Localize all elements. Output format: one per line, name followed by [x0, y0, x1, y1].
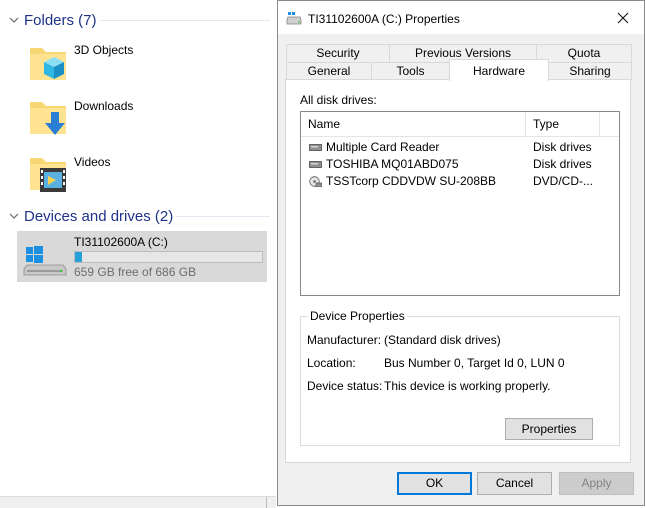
device-properties-group: Device Properties Manufacturer: (Standar…	[300, 309, 620, 446]
device-properties-title: Device Properties	[308, 309, 407, 323]
devices-group-header[interactable]: Devices and drives (2)	[8, 205, 173, 227]
folders-group-header[interactable]: Folders (7)	[8, 9, 97, 31]
videos-folder-icon	[30, 158, 66, 192]
drive-free-space: 659 GB free of 686 GB	[74, 265, 197, 279]
manufacturer-value: (Standard disk drives)	[384, 333, 501, 347]
drive-icon	[286, 12, 302, 25]
devices-group-title: Devices and drives (2)	[24, 207, 174, 225]
tab-security[interactable]: Security	[286, 44, 390, 62]
location-value: Bus Number 0, Target Id 0, LUN 0	[384, 356, 565, 370]
device-status-value: This device is working properly.	[384, 379, 551, 393]
drive-name: TSSTcorp CDDVDW SU-208BB	[326, 174, 497, 188]
list-item[interactable]: TSSTcorp CDDVDW SU-208BB DVD/CD-...	[301, 172, 619, 189]
column-header-name[interactable]: Name	[301, 112, 526, 136]
folder-name: 3D Objects	[74, 43, 134, 57]
folder-item-videos[interactable]: Videos	[28, 152, 110, 204]
apply-button[interactable]: Apply	[559, 472, 634, 495]
drive-name: TOSHIBA MQ01ABD075	[326, 157, 459, 171]
hardware-tab-panel: All disk drives: Name Type Multiple Card…	[285, 79, 631, 463]
disk-drive-icon	[309, 160, 322, 168]
properties-button[interactable]: Properties	[505, 418, 593, 440]
folder-item-downloads[interactable]: Downloads	[28, 96, 133, 148]
tab-general[interactable]: General	[286, 62, 372, 80]
drive-name: TI31102600A (C:)	[74, 235, 168, 249]
ok-button[interactable]: OK	[397, 472, 472, 495]
drive-type: Disk drives	[533, 140, 592, 154]
drive-type: Disk drives	[533, 157, 592, 171]
status-bar-separator	[266, 497, 267, 508]
chevron-down-icon	[9, 213, 19, 219]
properties-dialog: TI31102600A (C:) Properties Security Pre…	[277, 0, 645, 506]
folder-name: Videos	[74, 155, 111, 169]
drive-type: DVD/CD-...	[533, 174, 593, 188]
disk-drive-icon	[309, 143, 322, 151]
tab-tools[interactable]: Tools	[371, 62, 450, 80]
list-header: Name Type	[301, 112, 619, 137]
close-icon	[617, 12, 629, 24]
close-button[interactable]	[612, 7, 634, 29]
devices-group-divider	[176, 216, 270, 217]
drive-usage-fill	[75, 252, 83, 262]
manufacturer-label: Manufacturer:	[307, 333, 382, 347]
drive-usage-bar	[74, 251, 263, 263]
tab-hardware[interactable]: Hardware	[449, 59, 549, 81]
disk-drives-list[interactable]: Name Type Multiple Card Reader Disk driv…	[300, 111, 620, 296]
list-item[interactable]: TOSHIBA MQ01ABD075 Disk drives	[301, 155, 619, 172]
windows-drive-icon	[23, 246, 67, 276]
3d-objects-folder-icon	[30, 48, 66, 80]
chevron-down-icon	[9, 17, 19, 23]
dvd-drive-icon	[309, 175, 322, 187]
list-item[interactable]: Multiple Card Reader Disk drives	[301, 138, 619, 155]
tab-quota[interactable]: Quota	[536, 44, 632, 62]
downloads-folder-icon	[30, 102, 66, 135]
drive-name: Multiple Card Reader	[326, 140, 440, 154]
drive-tile-c[interactable]: TI31102600A (C:) 659 GB free of 686 GB	[17, 231, 267, 282]
dialog-titlebar[interactable]: TI31102600A (C:) Properties	[278, 1, 644, 34]
dialog-title: TI31102600A (C:) Properties	[308, 12, 460, 26]
tab-sharing[interactable]: Sharing	[548, 62, 632, 80]
status-bar	[0, 496, 276, 508]
folders-group-divider	[100, 9, 270, 31]
folder-name: Downloads	[74, 99, 134, 113]
folder-item-3d-objects[interactable]: 3D Objects	[28, 40, 133, 92]
column-header-type[interactable]: Type	[526, 112, 600, 136]
cancel-button[interactable]: Cancel	[477, 472, 552, 495]
folders-group-title: Folders (7)	[24, 11, 97, 29]
all-disk-drives-label: All disk drives:	[300, 93, 377, 107]
device-status-label: Device status:	[307, 379, 383, 393]
location-label: Location:	[307, 356, 356, 370]
